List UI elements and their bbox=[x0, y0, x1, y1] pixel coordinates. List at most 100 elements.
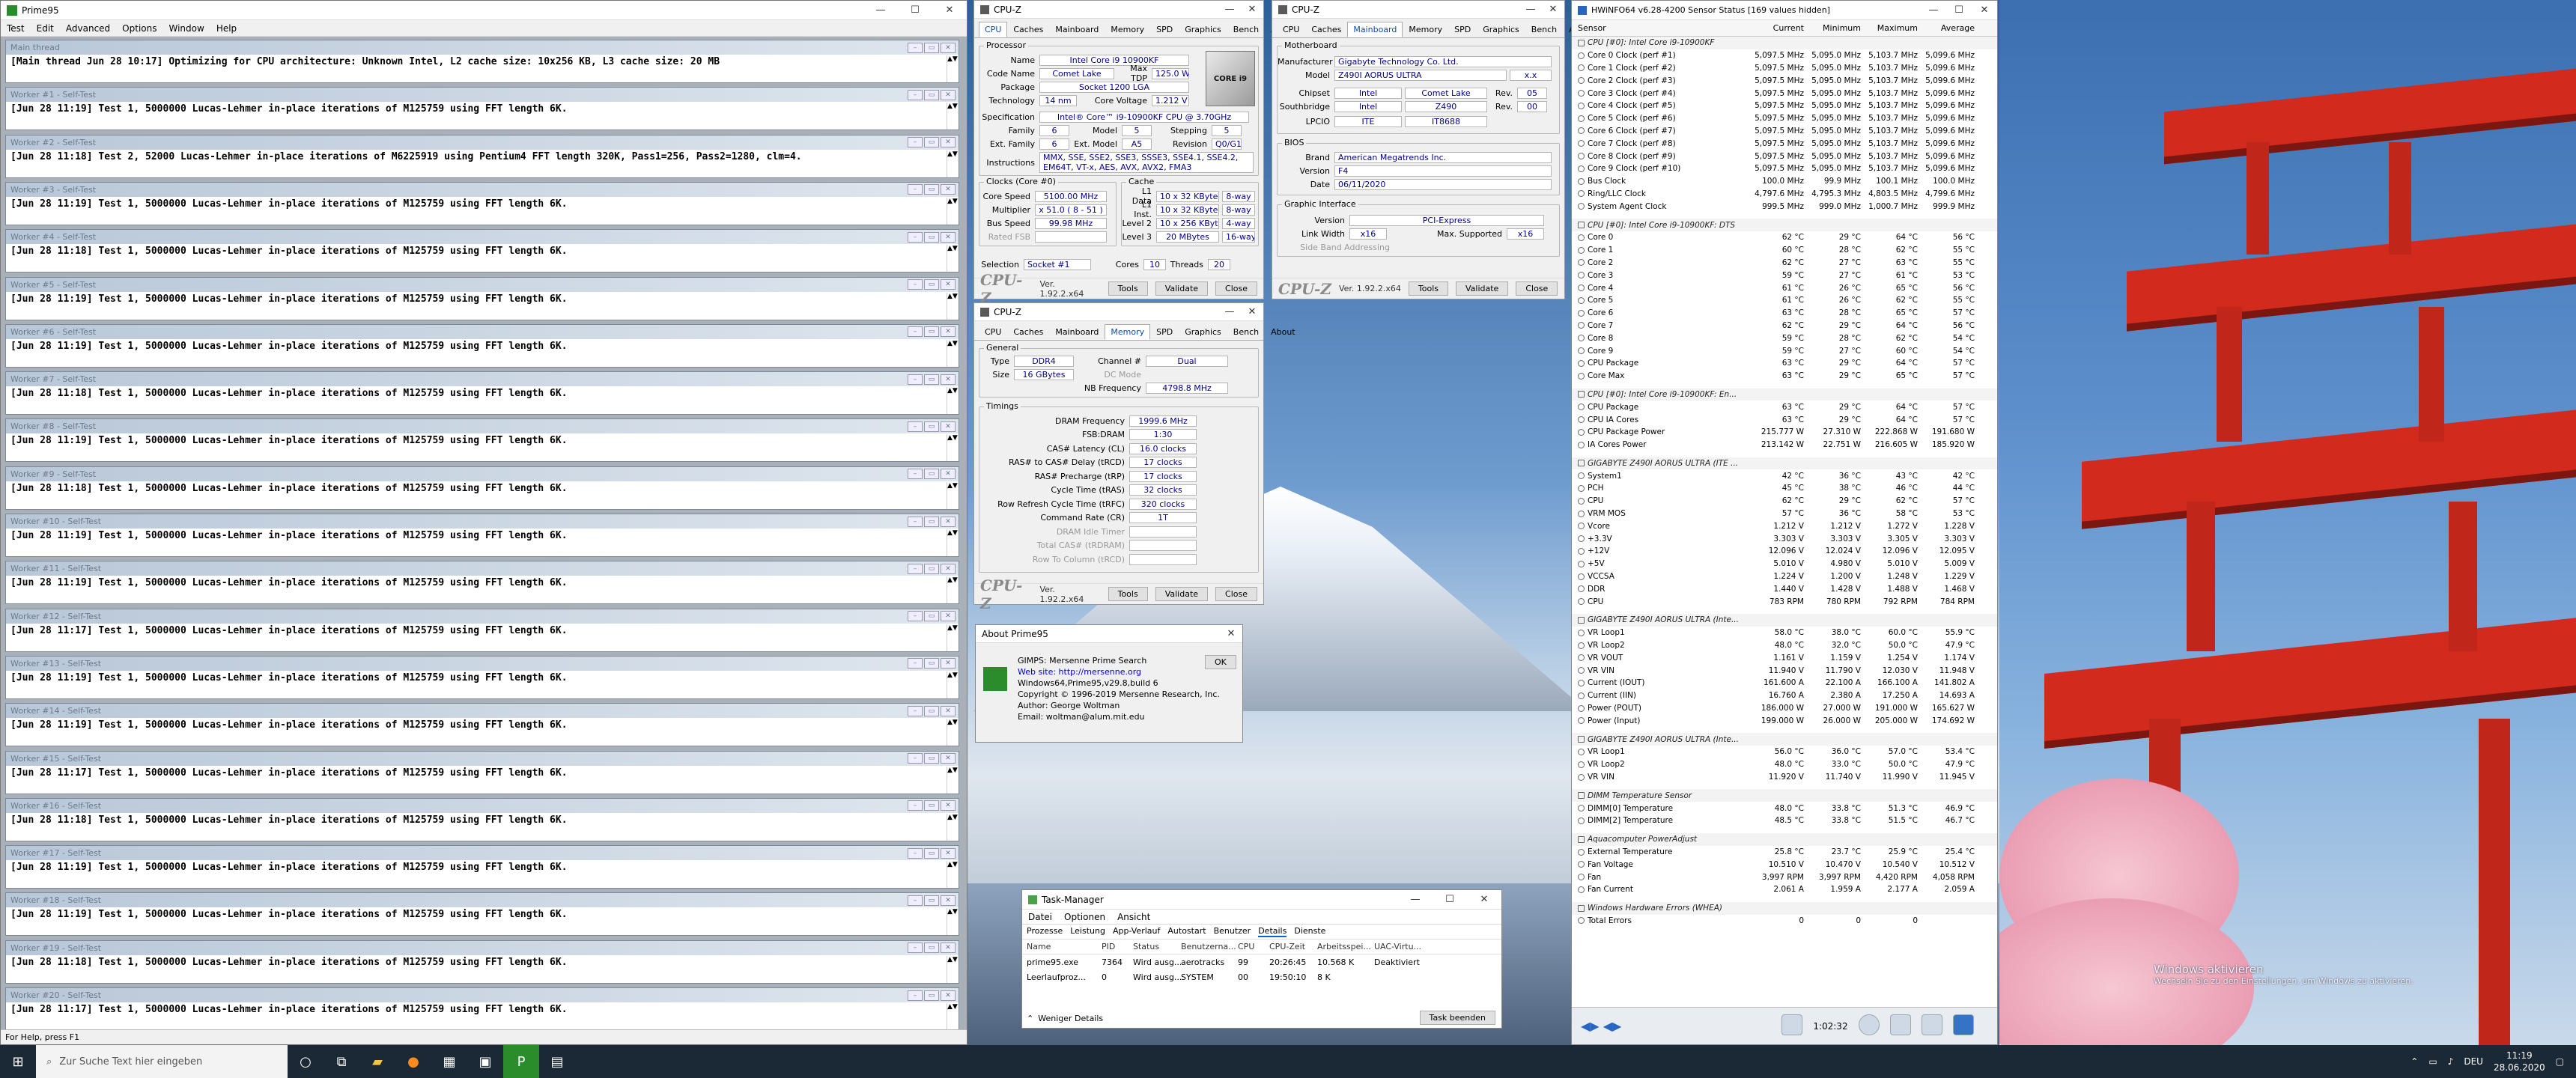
tab-bench[interactable]: Bench bbox=[1227, 22, 1265, 37]
column-header[interactable]: PID bbox=[1102, 942, 1133, 951]
tab-caches[interactable]: Caches bbox=[1007, 22, 1049, 37]
tab-caches[interactable]: Caches bbox=[1305, 22, 1347, 37]
worker-titlebar[interactable]: Worker #12 - Self-Test – ▭ ✕ bbox=[6, 609, 959, 624]
tab-graphics[interactable]: Graphics bbox=[1179, 22, 1227, 37]
minimize-icon[interactable]: – bbox=[908, 42, 923, 53]
worker-window[interactable]: Worker #7 - Self-Test – ▭ ✕ [Jun 28 11:18] T… bbox=[5, 371, 959, 415]
column-header[interactable]: Minimum bbox=[1808, 23, 1865, 33]
restore-icon[interactable]: ▭ bbox=[924, 279, 939, 290]
close-icon[interactable]: ✕ bbox=[1220, 628, 1242, 639]
tab-leistung[interactable]: Leistung bbox=[1070, 926, 1105, 937]
tab-bench[interactable]: Bench bbox=[1525, 22, 1563, 37]
task-manager-window[interactable]: Task-Manager — ☐ ✕ Datei Optionen Ansicht Pro… bbox=[1021, 889, 1502, 1029]
cpuz-taskbar-icon[interactable]: ▣ bbox=[467, 1045, 503, 1078]
sensor-row[interactable]: Core 5 Clock (perf #6) 5,097.5 MHz 5,095.0… bbox=[1572, 112, 1997, 125]
tab-cpu[interactable]: CPU bbox=[1277, 22, 1305, 37]
close-button[interactable]: Close bbox=[1215, 587, 1257, 601]
validate-button[interactable]: Validate bbox=[1155, 587, 1209, 601]
sensor-row[interactable]: DIMM[2] Temperature 48.5 °C 33.8 °C 51.5 °C… bbox=[1572, 814, 1997, 827]
close-icon[interactable]: ✕ bbox=[941, 184, 956, 195]
sensor-row[interactable]: VR VIN 11.940 V 11.790 V 12.030 V 11.948 V bbox=[1572, 664, 1997, 677]
restore-icon[interactable]: ▭ bbox=[924, 89, 939, 100]
scrollbar[interactable]: ▲▼ bbox=[947, 103, 958, 130]
column-header[interactable]: CPU bbox=[1238, 942, 1269, 951]
minimize-icon[interactable]: – bbox=[908, 137, 923, 148]
worker-window[interactable]: Worker #9 - Self-Test – ▭ ✕ [Jun 28 11:18] T… bbox=[5, 466, 959, 510]
end-task-button[interactable]: Task beenden bbox=[1419, 1011, 1495, 1025]
close-icon[interactable]: ✕ bbox=[941, 279, 956, 290]
sensor-row[interactable]: Power (POUT) 186.000 W 27.000 W 191.000 W 16… bbox=[1572, 702, 1997, 715]
menu-item[interactable]: Datei bbox=[1022, 912, 1058, 922]
worker-window[interactable]: Worker #8 - Self-Test – ▭ ✕ [Jun 28 11:19] T… bbox=[5, 418, 959, 463]
close-icon[interactable]: ✕ bbox=[941, 895, 956, 906]
worker-window[interactable]: Worker #2 - Self-Test – ▭ ✕ [Jun 28 11:18] T… bbox=[5, 134, 959, 178]
close-icon[interactable]: ✕ bbox=[941, 658, 956, 669]
worker-titlebar[interactable]: Worker #8 - Self-Test – ▭ ✕ bbox=[6, 419, 959, 434]
worker-window[interactable]: Worker #6 - Self-Test – ▭ ✕ [Jun 28 11:19] T… bbox=[5, 323, 959, 368]
tab-mainboard[interactable]: Mainboard bbox=[1347, 22, 1403, 37]
sensor-group-header[interactable]: GIGABYTE Z490I AORUS ULTRA (Inte... bbox=[1572, 614, 1997, 627]
close-icon[interactable] bbox=[1952, 1014, 1974, 1038]
column-header[interactable]: Sensor bbox=[1572, 23, 1752, 33]
validate-button[interactable]: Validate bbox=[1155, 281, 1209, 296]
sensor-row[interactable]: Fan Current 2.061 A 1.959 A 2.177 A 2.059 A bbox=[1572, 883, 1997, 896]
tab-spd[interactable]: SPD bbox=[1448, 22, 1477, 37]
about-titlebar[interactable]: About Prime95 ✕ bbox=[976, 625, 1242, 643]
prime95-titlebar[interactable]: Prime95 — ☐ ✕ bbox=[1, 1, 967, 20]
worker-titlebar[interactable]: Worker #1 - Self-Test – ▭ ✕ bbox=[6, 88, 959, 103]
sensor-row[interactable]: VR Loop2 48.0 °C 33.0 °C 50.0 °C 47.9 °C bbox=[1572, 758, 1997, 771]
minimize-icon[interactable]: – bbox=[908, 753, 923, 764]
worker-titlebar[interactable]: Worker #17 - Self-Test – ▭ ✕ bbox=[6, 846, 959, 861]
minimize-icon[interactable]: – bbox=[908, 516, 923, 527]
worker-titlebar[interactable]: Worker #9 - Self-Test – ▭ ✕ bbox=[6, 466, 959, 481]
minimize-icon[interactable]: — bbox=[1519, 4, 1542, 15]
scrollbar[interactable]: ▲▼ bbox=[947, 387, 958, 415]
worker-window[interactable]: Worker #14 - Self-Test – ▭ ✕ [Jun 28 11:19] … bbox=[5, 703, 959, 747]
cortana-icon[interactable]: ○ bbox=[288, 1045, 323, 1078]
column-header[interactable]: Average bbox=[1922, 23, 1979, 33]
scrollbar[interactable]: ▲▼ bbox=[947, 861, 958, 889]
sensor-row[interactable]: VR VIN 11.920 V 11.740 V 11.990 V 11.945 V bbox=[1572, 771, 1997, 784]
worker-window[interactable]: Worker #10 - Self-Test – ▭ ✕ [Jun 28 11:19] … bbox=[5, 514, 959, 557]
sensor-row[interactable]: Core 1 Clock (perf #2) 5,097.5 MHz 5,095.0… bbox=[1572, 62, 1997, 75]
tab-bench[interactable]: Bench bbox=[1227, 324, 1265, 340]
close-icon[interactable]: ✕ bbox=[941, 469, 956, 480]
worker-titlebar[interactable]: Worker #6 - Self-Test – ▭ ✕ bbox=[6, 324, 959, 339]
tab-graphics[interactable]: Graphics bbox=[1179, 324, 1227, 340]
close-icon[interactable]: ✕ bbox=[941, 137, 956, 148]
worker-titlebar[interactable]: Worker #11 - Self-Test – ▭ ✕ bbox=[6, 561, 959, 576]
worker-titlebar[interactable]: Worker #7 - Self-Test – ▭ ✕ bbox=[6, 372, 959, 387]
minimize-icon[interactable]: – bbox=[908, 800, 923, 811]
clock[interactable]: 11:19 28.06.2020 bbox=[2494, 1050, 2545, 1074]
sensor-row[interactable]: VCCSA 1.224 V 1.200 V 1.248 V 1.229 V bbox=[1572, 570, 1997, 583]
minimize-icon[interactable]: – bbox=[908, 326, 923, 338]
fewer-details-button[interactable]: ⌃ Weniger Details bbox=[1027, 1014, 1103, 1023]
sensor-row[interactable]: +3.3V 3.303 V 3.303 V 3.305 V 3.303 V bbox=[1572, 532, 1997, 545]
tools-button[interactable]: Tools bbox=[1408, 281, 1448, 296]
tab-prozesse[interactable]: Prozesse bbox=[1027, 926, 1063, 937]
tab-cpu[interactable]: CPU bbox=[979, 22, 1008, 37]
minimize-icon[interactable]: – bbox=[908, 705, 923, 716]
sensor-group-header[interactable]: CPU [#0]: Intel Core i9-10900KF: En... bbox=[1572, 388, 1997, 401]
start-icon[interactable]: ⊞ bbox=[0, 1045, 36, 1078]
sensor-row[interactable]: PCH 45 °C 38 °C 46 °C 44 °C bbox=[1572, 482, 1997, 495]
column-header[interactable]: CPU-Zeit bbox=[1269, 942, 1317, 951]
menu-item[interactable]: Help bbox=[210, 23, 243, 34]
worker-window[interactable]: Worker #13 - Self-Test – ▭ ✕ [Jun 28 11:19] … bbox=[5, 655, 959, 699]
menu-item[interactable]: Options bbox=[116, 23, 162, 34]
column-header[interactable]: Current bbox=[1752, 23, 1808, 33]
scrollbar[interactable]: ▲▼ bbox=[947, 197, 958, 225]
minimize-icon[interactable]: – bbox=[908, 89, 923, 100]
sensor-row[interactable]: CPU Package Power 215.777 W 27.310 W 222.86… bbox=[1572, 426, 1997, 439]
sensor-group-header[interactable]: Aquacomputer PowerAdjust bbox=[1572, 832, 1997, 846]
restore-icon[interactable]: ▭ bbox=[924, 516, 939, 527]
minimize-icon[interactable]: – bbox=[908, 374, 923, 385]
sensor-row[interactable]: VRM MOS 57 °C 36 °C 58 °C 53 °C bbox=[1572, 508, 1997, 520]
sensor-row[interactable]: VR Loop1 56.0 °C 36.0 °C 57.0 °C 53.4 °C bbox=[1572, 746, 1997, 758]
scrollbar[interactable]: ▲▼ bbox=[947, 955, 958, 983]
close-icon[interactable]: ✕ bbox=[1241, 306, 1263, 317]
tab-app-verlauf[interactable]: App-Verlauf bbox=[1113, 926, 1160, 937]
sensor-row[interactable]: Core 1 60 °C 28 °C 62 °C 55 °C bbox=[1572, 244, 1997, 257]
website-link[interactable]: Web site: http://mersenne.org bbox=[1018, 666, 1220, 677]
sensor-group-header[interactable]: DIMM Temperature Sensor bbox=[1572, 789, 1997, 803]
